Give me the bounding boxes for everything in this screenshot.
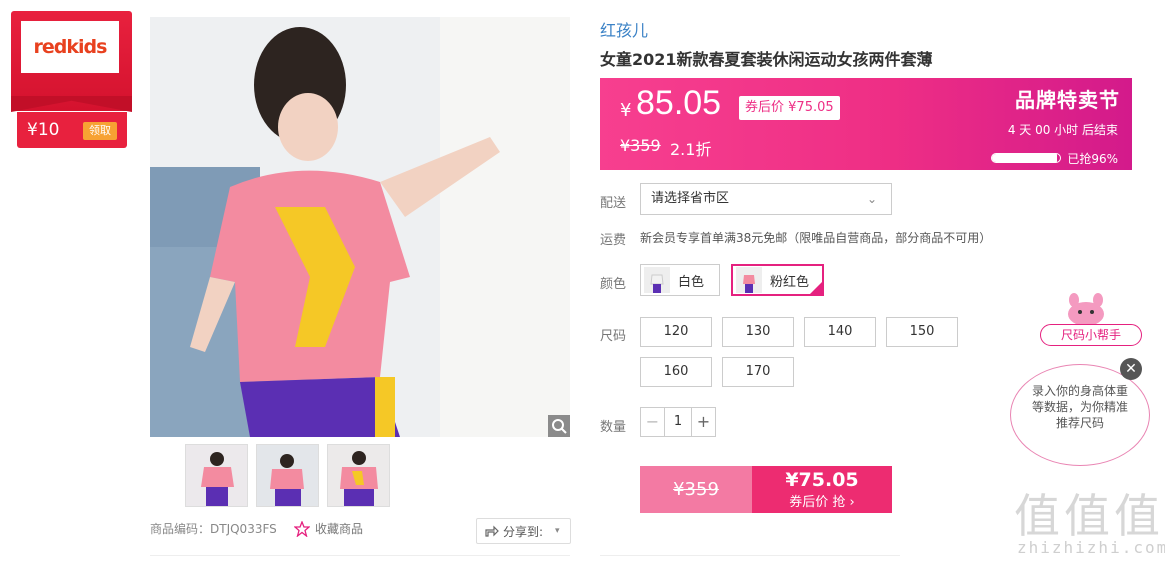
product-photo [150,17,570,437]
color-option-label: 粉红色 [770,274,810,290]
coupon-claim-button[interactable]: 领取 [83,122,117,140]
shipping-label: 配送 [600,196,627,211]
coupon-price-label: 券后价 [745,100,785,115]
price-banner: ¥ 85.05 券后价 ¥75.05 ¥359 2.1折 品牌特卖节 4 天 0… [600,78,1132,170]
size-option-130[interactable]: 130 [722,317,794,347]
brand-logo-text: redkids [33,36,108,58]
size-option-140[interactable]: 140 [804,317,876,347]
current-price: 85.05 [636,84,722,122]
share-button[interactable]: 分享到: ▾ [476,518,571,544]
promo-countdown: 4 天 00 小时 后结束 [1007,123,1118,137]
divider-right [600,555,900,556]
buy-now-button[interactable]: ¥75.05 券后价 抢 › [752,466,892,513]
region-select[interactable]: 请选择省市区 ⌄ [640,183,892,215]
quantity-plus-button[interactable]: + [691,408,715,436]
thumbnail-1[interactable] [185,444,248,507]
buy-original-price: ¥359 [640,466,752,513]
buy-now-label: 券后价 抢 › [789,495,855,510]
product-code: 商品编码：DTJQ033FS [150,522,277,536]
quantity-value[interactable]: 1 [665,408,691,436]
favorite-label: 收藏商品 [315,522,364,536]
original-price: ¥359 [620,136,661,155]
star-icon [294,520,310,537]
brand-logo: redkids [21,21,119,73]
price-currency: ¥ [620,100,632,121]
coupon-price-tag: 券后价 ¥75.05 [739,96,840,120]
helper-mascot-icon [1068,293,1104,326]
thumbnail-2[interactable] [256,444,319,507]
color-label: 颜色 [600,277,627,292]
chevron-down-icon: ⌄ [866,192,877,206]
size-option-170[interactable]: 170 [722,357,794,387]
sold-progress-fill [992,154,1058,162]
share-icon [485,525,499,537]
buy-now-price: ¥75.05 [785,469,859,491]
watermark-url: zhizhizhi.com [1017,538,1165,557]
divider-left [150,555,570,556]
product-title: 女童2021新款春夏套装休闲运动女孩两件套薄 [600,50,933,69]
selected-check-icon [809,281,823,295]
buy-button-group: ¥359 ¥75.05 券后价 抢 › [640,466,892,513]
thumbnail-strip [185,444,390,507]
sold-progress-bar [991,153,1061,163]
watermark: 值值值 [1014,489,1164,543]
region-select-value: 请选择省市区 [651,191,730,206]
color-option-label: 白色 [678,274,705,290]
size-option-120[interactable]: 120 [640,317,712,347]
quantity-label: 数量 [600,420,627,435]
sold-progress-text: 已抢96% [1067,152,1118,166]
size-helper-tag[interactable]: 尺码小帮手 [1040,324,1142,346]
coupon-value: ¥10 [27,120,60,140]
chevron-down-icon: ▾ [555,526,560,536]
close-icon[interactable]: ✕ [1120,358,1142,380]
thumbnail-3[interactable] [327,444,390,507]
fee-label: 运费 [600,233,627,248]
coupon-price-value: ¥75.05 [788,100,834,115]
coupon-bottom[interactable]: ¥10 领取 [17,112,127,148]
promo-title: 品牌特卖节 [1015,88,1120,112]
quantity-minus-button[interactable]: − [641,408,665,436]
size-label: 尺码 [600,329,627,344]
main-product-image[interactable] [150,17,570,437]
favorite-button[interactable]: 收藏商品 [294,520,363,537]
discount-rate: 2.1折 [670,140,712,159]
brand-link[interactable]: 红孩儿 [600,17,648,41]
share-label: 分享到: [503,524,544,539]
zoom-icon[interactable] [548,415,570,437]
color-swatch [736,267,762,293]
size-option-160[interactable]: 160 [640,357,712,387]
fee-text: 新会员专享首单满38元免邮（限唯品自营商品，部分商品不可用） [640,231,992,245]
color-option-white[interactable]: 白色 [640,264,720,296]
color-option-pink[interactable]: 粉红色 [731,264,824,296]
quantity-stepper: − 1 + [640,407,716,437]
color-swatch [644,267,670,293]
size-option-150[interactable]: 150 [886,317,958,347]
